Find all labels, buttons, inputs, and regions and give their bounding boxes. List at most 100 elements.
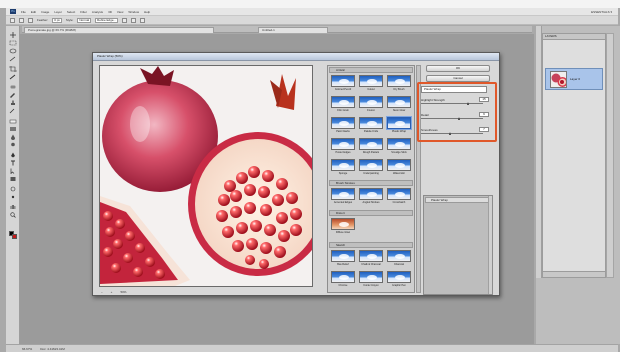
- filter-thumb[interactable]: Watercolor: [387, 159, 411, 177]
- slider-knob[interactable]: [458, 117, 460, 120]
- menu-help[interactable]: Help: [144, 10, 150, 14]
- crop-tool-icon[interactable]: [9, 66, 17, 72]
- hand-tool-icon[interactable]: [9, 204, 17, 210]
- distort-thumbs: Diffuse Glow: [331, 218, 411, 236]
- history-brush-tool-icon[interactable]: [9, 108, 17, 114]
- status-bar: 66.67% Doc: 4.41M/4.41M: [6, 344, 618, 352]
- filter-thumb[interactable]: Film Grain: [331, 96, 355, 114]
- folder-brush-strokes[interactable]: Brush Strokes: [329, 180, 413, 186]
- 3d-rotate-tool-icon[interactable]: [9, 186, 17, 192]
- filter-thumb[interactable]: Dry Brush: [387, 75, 411, 93]
- filter-thumb[interactable]: Bas Relief: [331, 250, 355, 268]
- filter-thumb[interactable]: Smudge Stick: [387, 138, 411, 156]
- shape-tool-icon[interactable]: [9, 176, 17, 182]
- menu-select[interactable]: Select: [67, 10, 75, 14]
- healing-brush-tool-icon[interactable]: [9, 84, 17, 90]
- cancel-button[interactable]: Cancel: [426, 75, 490, 82]
- menu-edit[interactable]: Edit: [31, 10, 36, 14]
- menu-bar: Ps File Edit Image Layer Select Filter A…: [6, 8, 618, 16]
- menu-layer[interactable]: Layer: [54, 10, 62, 14]
- menu-analysis[interactable]: Analysis: [92, 10, 103, 14]
- filter-thumb[interactable]: Crosshatch: [387, 188, 411, 206]
- filter-thumb[interactable]: Cutout: [359, 75, 383, 93]
- new-selection-icon[interactable]: [19, 17, 24, 23]
- menu-file[interactable]: File: [21, 10, 26, 14]
- slider-knob[interactable]: [449, 132, 451, 135]
- dialog-title: Plastic Wrap (50%): [93, 53, 499, 61]
- filter-thumb[interactable]: Rough Pastels: [359, 138, 383, 156]
- param-value[interactable]: 9: [479, 112, 489, 117]
- brush-tool-icon[interactable]: [9, 92, 17, 98]
- feather-input[interactable]: 0 px: [52, 17, 62, 23]
- effect-layer-item[interactable]: Plastic Wrap: [425, 197, 491, 203]
- zoom-minus-button[interactable]: –: [101, 290, 103, 294]
- menu-image[interactable]: Image: [41, 10, 49, 14]
- lasso-tool-icon[interactable]: [9, 48, 17, 54]
- filter-thumb[interactable]: Angled Strokes: [359, 188, 383, 206]
- blur-tool-icon[interactable]: [9, 134, 17, 140]
- filter-thumb[interactable]: Palette Knife: [359, 117, 383, 135]
- gradient-tool-icon[interactable]: [9, 126, 17, 132]
- menu-filter[interactable]: Filter: [80, 10, 87, 14]
- screen-mode-icon[interactable]: [131, 17, 137, 23]
- filter-thumb[interactable]: Fresco: [359, 96, 383, 114]
- folder-sketch[interactable]: Sketch: [329, 242, 413, 248]
- param-value[interactable]: 7: [479, 127, 489, 132]
- filter-thumb[interactable]: Accented Edges: [331, 188, 355, 206]
- ok-button[interactable]: OK: [426, 65, 490, 72]
- folder-artistic[interactable]: Artistic: [329, 67, 413, 73]
- filter-thumb[interactable]: Charcoal: [387, 250, 411, 268]
- refine-edge-button[interactable]: Refine Edge...: [95, 17, 119, 23]
- eyedropper-tool-icon[interactable]: [9, 74, 17, 80]
- filter-preview[interactable]: [99, 65, 313, 287]
- add-selection-icon[interactable]: [28, 17, 33, 23]
- filter-thumb[interactable]: Paint Daubs: [331, 117, 355, 135]
- move-tool-icon[interactable]: [9, 32, 17, 38]
- zoom-level-icon[interactable]: [140, 17, 146, 23]
- param-value[interactable]: 15: [479, 97, 489, 102]
- filter-thumb-selected[interactable]: Plastic Wrap: [387, 117, 411, 135]
- zoom-plus-button[interactable]: +: [111, 290, 113, 294]
- dodge-tool-icon[interactable]: [9, 142, 17, 148]
- filter-thumb[interactable]: Graphic Pen: [387, 271, 411, 289]
- layers-panel-title[interactable]: LAYERS: [543, 34, 605, 40]
- type-tool-icon[interactable]: [9, 160, 17, 166]
- path-selection-tool-icon[interactable]: [9, 168, 17, 175]
- sketch-thumbs: Bas Relief Chalk & Charcoal Charcoal Chr…: [331, 250, 411, 289]
- slider-knob[interactable]: [467, 102, 469, 105]
- marquee-tool-icon[interactable]: [9, 40, 17, 46]
- effect-list-scrollbar[interactable]: [488, 196, 492, 294]
- filter-select[interactable]: Plastic Wrap: [421, 86, 487, 93]
- filter-thumb[interactable]: Conte Crayon: [359, 271, 383, 289]
- menu-window[interactable]: Window: [128, 10, 139, 14]
- menu-3d[interactable]: 3D: [108, 10, 112, 14]
- status-zoom[interactable]: 66.67%: [22, 347, 32, 351]
- layers-scrollbar[interactable]: [606, 33, 614, 278]
- menu-view[interactable]: View: [117, 10, 123, 14]
- filter-thumb[interactable]: Poster Edges: [331, 138, 355, 156]
- layer-row[interactable]: Layer 0: [545, 68, 603, 90]
- eraser-tool-icon[interactable]: [9, 118, 17, 124]
- filter-thumb[interactable]: Chalk & Charcoal: [359, 250, 383, 268]
- style-select[interactable]: Normal: [77, 17, 92, 23]
- filter-thumb[interactable]: Diffuse Glow: [331, 218, 355, 236]
- clone-stamp-tool-icon[interactable]: [9, 100, 17, 106]
- filter-thumb[interactable]: Sponge: [331, 159, 355, 177]
- filter-thumb[interactable]: Neon Glow: [387, 96, 411, 114]
- arrange-icon[interactable]: [122, 17, 128, 23]
- 3d-camera-tool-icon[interactable]: [9, 194, 17, 200]
- filter-thumb[interactable]: Underpainting: [359, 159, 383, 177]
- pen-tool-icon[interactable]: [9, 152, 17, 158]
- workspace-switcher[interactable]: ESSENTIALS ▾: [591, 10, 612, 14]
- filter-thumb[interactable]: Colored Pencil: [331, 75, 355, 93]
- document-tab-bar: Pomegranate.jpg @ 66.7% (RGB/8) Untitled…: [22, 26, 532, 33]
- quick-selection-tool-icon[interactable]: [9, 56, 17, 62]
- background-color-swatch[interactable]: [12, 234, 17, 239]
- preview-zoom[interactable]: 50%: [120, 290, 126, 294]
- document-tab-2[interactable]: Untitled-1: [258, 27, 328, 33]
- folder-distort[interactable]: Distort: [329, 210, 413, 216]
- marquee-tool-preset-icon[interactable]: [10, 17, 15, 23]
- document-tab[interactable]: Pomegranate.jpg @ 66.7% (RGB/8): [24, 27, 214, 33]
- filter-thumb[interactable]: Chrome: [331, 271, 355, 289]
- zoom-tool-icon[interactable]: [9, 212, 17, 218]
